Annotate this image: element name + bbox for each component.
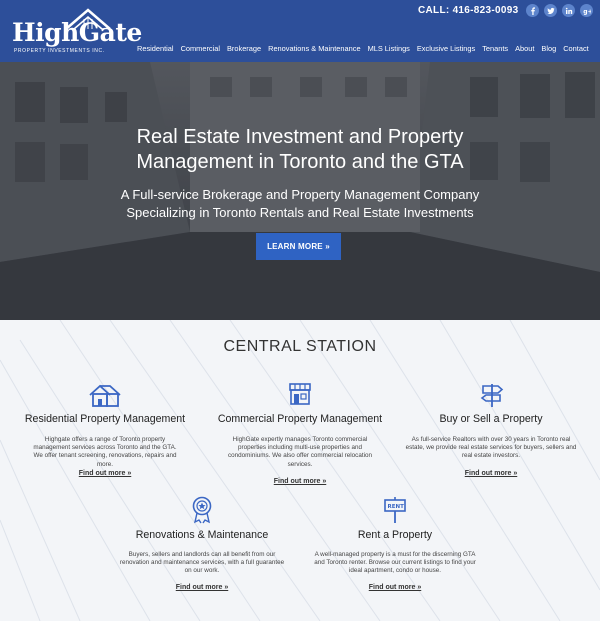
hero-title-line-2: Management in Toronto and the GTA [136,151,464,173]
nav-item-mls-listings[interactable]: MLS Listings [368,44,410,53]
service-renovations: Renovations & Maintenance Buyers, seller… [112,496,292,596]
award-ribbon-icon [192,496,212,524]
hero-subtitle-line-2: Specializing in Toronto Rentals and Real… [126,205,474,220]
nav-item-renovations[interactable]: Renovations & Maintenance [268,44,360,53]
google-plus-icon[interactable]: g+ [580,4,593,17]
main-nav: Residential Commercial Brokerage Renovat… [137,44,589,53]
nav-item-residential[interactable]: Residential [137,44,174,53]
twitter-icon[interactable] [544,4,557,17]
section-title: CENTRAL STATION [223,338,377,355]
find-out-more-link[interactable]: Find out more » [306,584,484,591]
service-title: Rent a Property [357,529,433,541]
highgate-logo[interactable]: HighGate PROPERTY INVESTMENTS INC. [12,8,142,56]
hero-title: Real Estate Investment and Property Mana… [0,125,600,175]
hero-title-line-1: Real Estate Investment and Property [136,126,464,148]
service-commercial: Commercial Property Management HighGate … [212,382,388,488]
nav-item-about[interactable]: About [515,44,534,53]
linkedin-icon[interactable] [562,4,575,17]
service-residential: Residential Property Management Highgate… [20,382,190,482]
service-title: Buy or Sell a Property [439,413,543,425]
service-title: Renovations & Maintenance [135,529,269,541]
svg-text:RENT: RENT [388,504,405,510]
find-out-more-link[interactable]: Find out more » [112,584,292,591]
service-description: As full-service Realtors with over 30 ye… [405,436,577,460]
central-station-section: CENTRAL STATION Residential Property Man… [0,320,600,621]
service-description: Highgate offers a range of Toronto prope… [33,436,177,468]
logo-tagline: PROPERTY INVESTMENTS INC. [14,48,105,54]
service-buy-sell: Buy or Sell a Property As full-service R… [400,382,582,482]
service-description: Buyers, sellers and landlords can all be… [119,551,285,575]
site-header: HighGate PROPERTY INVESTMENTS INC. CALL:… [0,0,600,62]
rent-sign-icon: RENT [384,497,406,523]
phone-number[interactable]: CALL: 416-823-0093 [418,5,518,16]
hero-subtitle: A Full-service Brokerage and Property Ma… [0,186,600,222]
service-title: Commercial Property Management [217,413,383,425]
service-rent: RENT Rent a Property A well-managed prop… [306,496,484,596]
find-out-more-link[interactable]: Find out more » [212,478,388,485]
service-title: Residential Property Management [24,413,186,425]
service-description: HighGate expertly manages Toronto commer… [228,436,372,468]
nav-item-contact[interactable]: Contact [563,44,588,53]
house-icon [89,384,121,407]
learn-more-button[interactable]: LEARN MORE » [256,233,341,260]
service-description: A well-managed property is a must for th… [314,551,476,575]
logo-wordmark: HighGate [12,18,142,47]
nav-item-tenants[interactable]: Tenants [482,44,508,53]
storefront-icon [289,383,311,405]
facebook-icon[interactable] [526,4,539,17]
social-links: g+ [526,4,593,17]
find-out-more-link[interactable]: Find out more » [400,470,582,477]
hero-banner: Real Estate Investment and Property Mana… [0,62,600,320]
signpost-icon [480,384,504,407]
svg-text:g+: g+ [583,8,591,15]
nav-item-commercial[interactable]: Commercial [181,44,220,53]
nav-item-exclusive-listings[interactable]: Exclusive Listings [417,44,475,53]
nav-item-brokerage[interactable]: Brokerage [227,44,261,53]
hero-subtitle-line-1: A Full-service Brokerage and Property Ma… [120,187,480,202]
find-out-more-link[interactable]: Find out more » [20,470,190,477]
nav-item-blog[interactable]: Blog [541,44,556,53]
